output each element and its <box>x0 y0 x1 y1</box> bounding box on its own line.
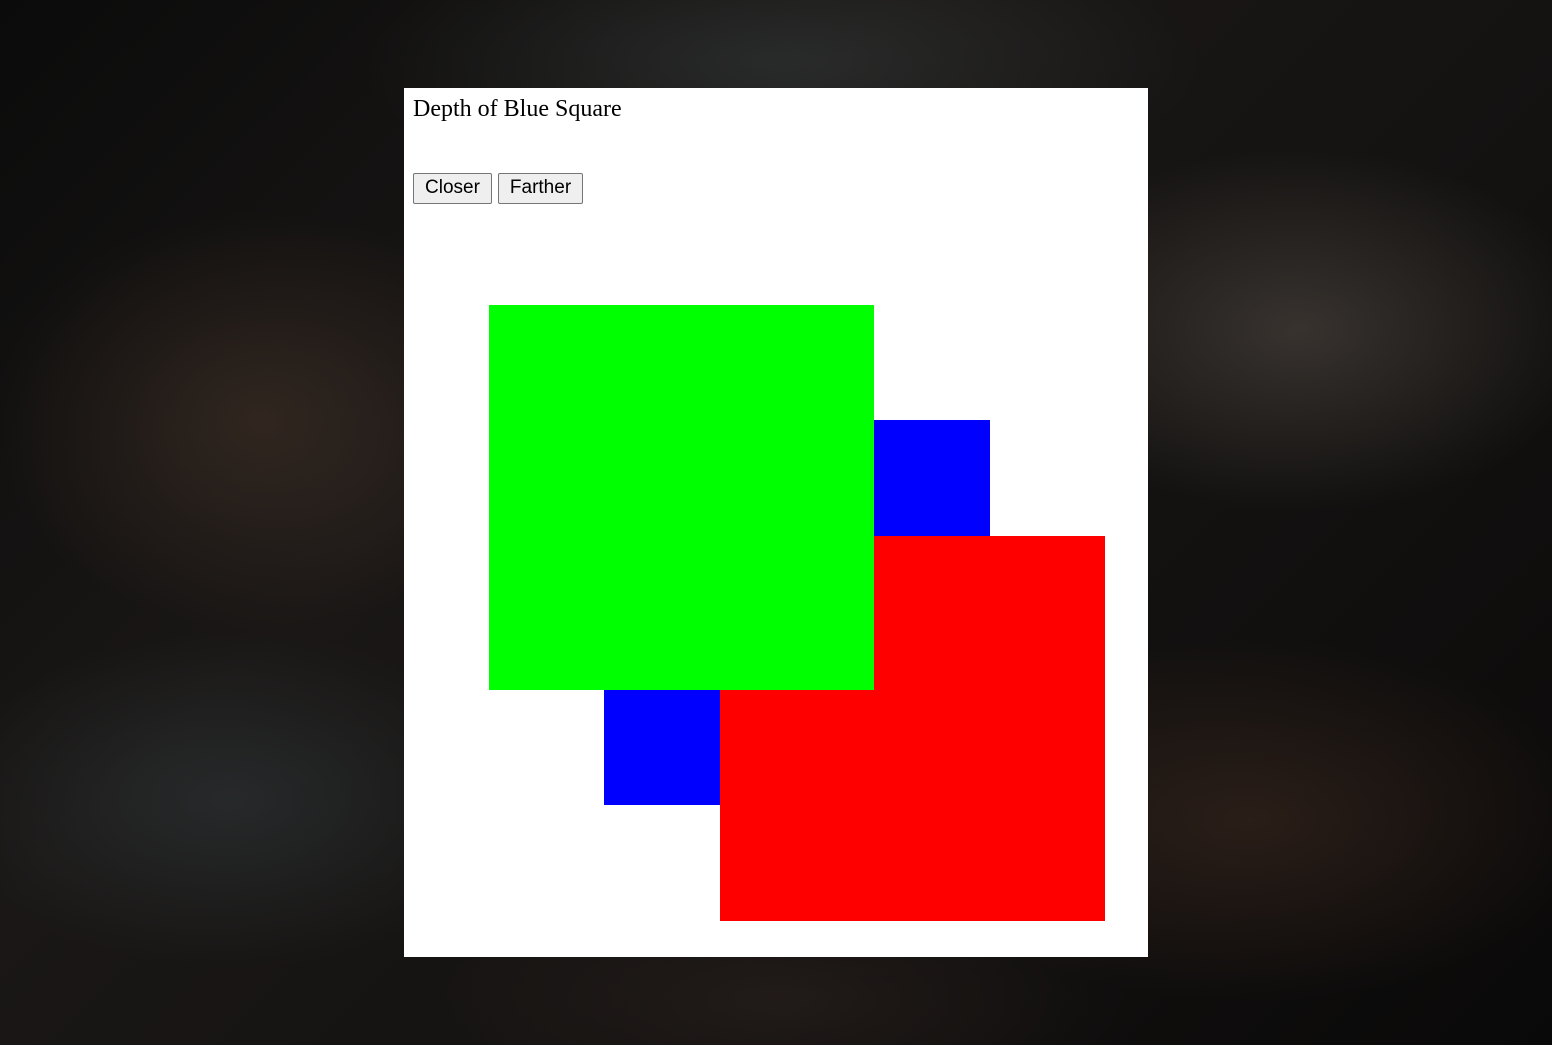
closer-button[interactable]: Closer <box>413 173 492 204</box>
farther-button[interactable]: Farther <box>497 173 584 204</box>
main-panel: Depth of Blue Square Closer Farther <box>404 88 1148 957</box>
depth-controls: Closer Farther <box>413 173 584 204</box>
page-title: Depth of Blue Square <box>413 96 622 122</box>
green-square <box>489 305 874 690</box>
